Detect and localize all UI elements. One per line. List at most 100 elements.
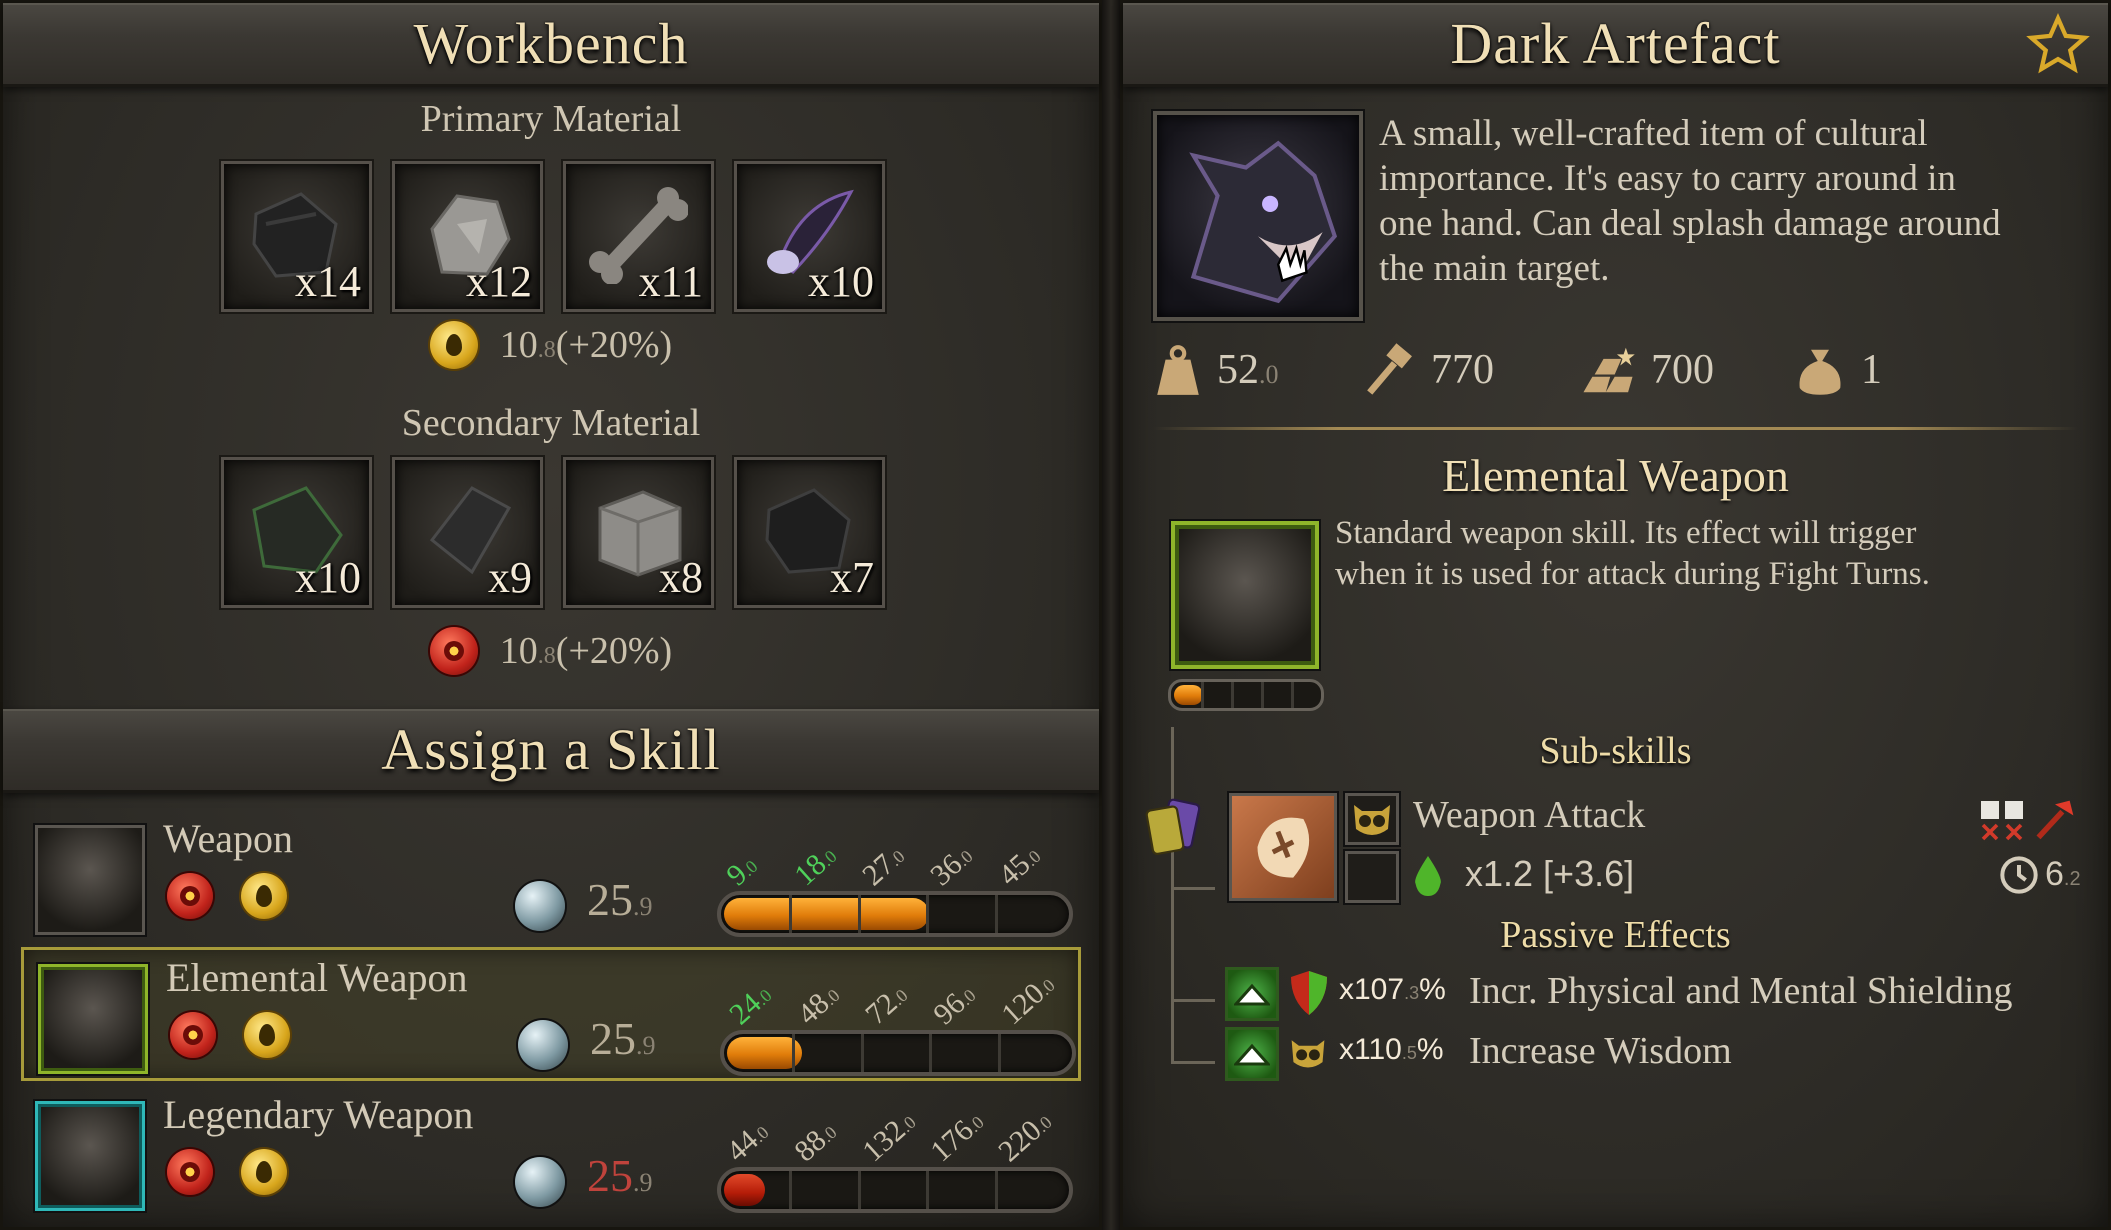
- panel-divider: [1102, 0, 1120, 1230]
- bar-segment-divider: [789, 1171, 793, 1209]
- gold-coin-icon: [244, 1012, 290, 1058]
- hammer-stat: 770: [1363, 343, 1494, 397]
- primary-material-slot-2[interactable]: x12: [392, 161, 543, 312]
- skill-cost-value: 25: [587, 1150, 633, 1201]
- skill-cost: 25.9: [587, 873, 653, 926]
- cooldown-int: 6: [2045, 855, 2064, 893]
- mana-orb-icon: [515, 881, 565, 931]
- bar-segment-divider: [926, 895, 930, 933]
- skill-cost-decimal: .9: [633, 892, 653, 921]
- subskill-name: Weapon Attack: [1413, 794, 1646, 836]
- gold-coin-icon: [241, 1149, 287, 1195]
- artefact-description: A small, well-crafted item of cultural i…: [1379, 111, 2001, 291]
- secondary-bonus-decimal: .8: [537, 643, 556, 669]
- bar-segment-divider: [1261, 682, 1264, 708]
- secondary-material-slot-4[interactable]: x7: [734, 457, 885, 608]
- tree-line: [1171, 1061, 1215, 1064]
- bar-segment-divider: [857, 1171, 861, 1209]
- skill-progress-fill: [724, 898, 929, 930]
- skill-threshold-label: 27.0: [856, 839, 911, 893]
- skill-ticks: 24.0 48.0 72.0 96.0 120.0: [723, 962, 1092, 1031]
- secondary-material-row: x10 x9 x8 x7: [221, 457, 885, 608]
- skill-progress-fill: [724, 1174, 765, 1206]
- rune-stone-icon: [1257, 817, 1310, 878]
- skill-cost: 25.9: [590, 1012, 656, 1065]
- arrow-up-icon: [1234, 1043, 1270, 1066]
- bar-segment-divider: [994, 895, 998, 933]
- passive-effect-text: Increase Wisdom: [1469, 1030, 1732, 1072]
- artefact-title: Dark Artefact: [1450, 11, 1781, 76]
- secondary-bonus: 10.8(+20%): [3, 627, 1099, 675]
- skill-threshold-label: 48.0: [791, 978, 846, 1032]
- passive-effect-text: Incr. Physical and Mental Shielding: [1469, 970, 2013, 1012]
- primary-material-slot-4[interactable]: x10: [734, 161, 885, 312]
- favorite-star-icon[interactable]: [2026, 13, 2090, 77]
- passive-mult-pct: %: [1416, 1033, 1444, 1066]
- workbench-title: Workbench: [413, 11, 689, 76]
- skill-progress-bar: [717, 1167, 1073, 1213]
- red-axe-icon: [2036, 800, 2074, 840]
- passive-upgrade-button[interactable]: [1225, 1027, 1279, 1081]
- bull-skull-icon: [35, 1101, 145, 1211]
- cooldown-clock-icon: [2000, 856, 2038, 894]
- passive-mult-value: x107: [1339, 973, 1405, 1006]
- skill-name: Weapon: [163, 816, 294, 861]
- material-count: x14: [295, 257, 361, 306]
- skill-cost-value: 25: [590, 1013, 636, 1064]
- bar-segment-divider: [1291, 682, 1294, 708]
- owl-glyph: [1354, 805, 1390, 835]
- value-stat: 700: [1579, 343, 1714, 397]
- bar-segment-divider: [857, 895, 861, 933]
- primary-material-slot-3[interactable]: x11: [563, 161, 714, 312]
- skill-title: Elemental Weapon: [1442, 450, 1789, 501]
- skill-name: Legendary Weapon: [163, 1092, 474, 1137]
- assign-skill-title: Assign a Skill: [381, 717, 721, 782]
- arrow-up-icon: [1234, 983, 1270, 1006]
- skill-progress-bar: [1168, 679, 1324, 711]
- skill-row-elemental-weapon[interactable]: Elemental Weapon 25.9 24.0 48.0 72.0 96.0 12…: [21, 947, 1081, 1081]
- artefact-description-line: one hand. Can deal splash damage around: [1379, 203, 2001, 244]
- primary-bonus-value: 10: [499, 324, 538, 366]
- weight-stat: 52.0: [1153, 343, 1279, 397]
- skill-ticks: 9.0 18.0 27.0 36.0 45.0: [720, 823, 1089, 892]
- artefact-stats: 52.0 770 700 1: [1153, 343, 2083, 407]
- squares-cross-icon: [1981, 801, 2023, 841]
- workbench-header: Workbench: [3, 3, 1099, 87]
- hammer-value: 770: [1431, 347, 1494, 393]
- passive-upgrade-button[interactable]: [1225, 967, 1279, 1021]
- weight-icon: [1157, 345, 1199, 395]
- skill-progress-fill: [1174, 685, 1203, 705]
- subskill-multiplier: x1.2 [+3.6]: [1465, 853, 1635, 894]
- primary-bonus-pct: (+20%): [555, 324, 673, 366]
- skill-cost-value: 25: [587, 874, 633, 925]
- secondary-material-label: Secondary Material: [401, 402, 701, 444]
- gold-bars-icon: [1583, 347, 1635, 393]
- artefact-description-line: A small, well-crafted item of cultural: [1379, 113, 1928, 154]
- red-coin-icon: [170, 1012, 216, 1058]
- skill-threshold-label: 44.0: [720, 1115, 775, 1169]
- bar-segment-divider: [997, 1034, 1001, 1072]
- gold-coin-icon: [429, 321, 478, 369]
- secondary-material-slot-3[interactable]: x8: [563, 457, 714, 608]
- mana-orb-icon: [515, 1157, 565, 1207]
- passive-effects-label: Passive Effects: [1500, 914, 1731, 956]
- primary-material-slot-1[interactable]: x14: [221, 161, 372, 312]
- artefact-panel: Dark Artefact A small, well-crafted item…: [1120, 0, 2111, 1230]
- skill-threshold-label: 96.0: [927, 978, 982, 1032]
- skill-threshold-label: 132.0: [856, 1105, 922, 1169]
- skill-description: Standard weapon skill. Its effect will t…: [1335, 513, 1930, 595]
- material-count: x7: [830, 553, 874, 602]
- skill-row-legendary-weapon[interactable]: Legendary Weapon 25.9 44.0 88.0 132.0 176.0…: [21, 1087, 1081, 1221]
- weapon-attack-icon[interactable]: [1229, 793, 1337, 901]
- bar-segment-divider: [929, 1034, 933, 1072]
- skill-threshold-label: 220.0: [992, 1105, 1058, 1169]
- skill-cost-decimal: .9: [636, 1031, 656, 1060]
- bag-value: 1: [1861, 347, 1882, 393]
- passive-mult-decimal: .3: [1404, 983, 1420, 1003]
- skill-row-weapon[interactable]: Weapon 25.9 9.0 18.0 27.0 36.0 45.0: [21, 811, 1081, 945]
- secondary-material-slot-1[interactable]: x10: [221, 457, 372, 608]
- secondary-material-slot-2[interactable]: x9: [392, 457, 543, 608]
- skill-threshold-label: 36.0: [924, 839, 979, 893]
- mana-orb-icon: [518, 1020, 568, 1070]
- passive-multiplier: x110.5%: [1339, 1033, 1444, 1067]
